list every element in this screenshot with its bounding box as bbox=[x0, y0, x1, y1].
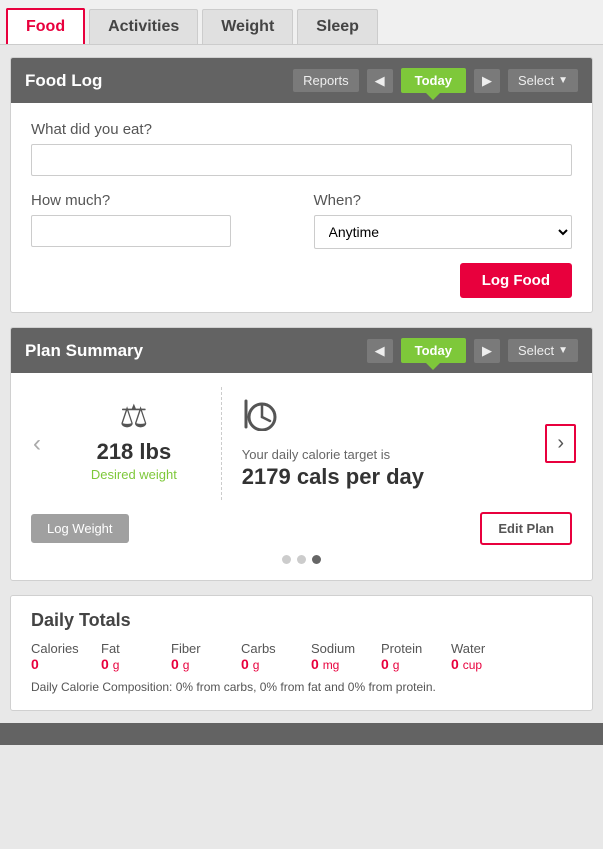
plan-actions: Log Weight Edit Plan bbox=[27, 512, 576, 545]
plan-summary-next-button[interactable]: ▶ bbox=[474, 339, 500, 363]
food-log-prev-button[interactable]: ◀ bbox=[367, 69, 393, 93]
food-log-select-button[interactable]: Select bbox=[508, 69, 578, 92]
tab-activities-label: Activities bbox=[108, 18, 179, 35]
what-label: What did you eat? bbox=[31, 121, 572, 138]
carbs-label: Carbs bbox=[241, 641, 276, 656]
plan-slide-prev-button[interactable]: ‹ bbox=[27, 430, 47, 458]
daily-col-fiber: Fiber 0 g bbox=[171, 641, 221, 672]
plan-summary-card: Plan Summary ◀ Today ▶ Select ‹ ⚖ 218 lb… bbox=[10, 327, 593, 581]
fat-unit: g bbox=[113, 658, 120, 672]
how-much-input[interactable] bbox=[31, 215, 231, 247]
dot-2 bbox=[297, 555, 306, 564]
edit-plan-button[interactable]: Edit Plan bbox=[480, 512, 572, 545]
carbs-value: 0 g bbox=[241, 656, 259, 672]
plan-weight-section: ⚖ 218 lbs Desired weight bbox=[47, 387, 222, 500]
log-food-button[interactable]: Log Food bbox=[460, 263, 572, 298]
weight-scale-icon: ⚖ bbox=[120, 397, 149, 435]
food-log-header: Food Log Reports ◀ Today ▶ Select bbox=[11, 58, 592, 103]
tab-sleep-label: Sleep bbox=[316, 18, 359, 35]
when-select[interactable]: Anytime Breakfast Lunch Dinner Snack bbox=[314, 215, 573, 249]
plan-summary-select-button[interactable]: Select bbox=[508, 339, 578, 362]
log-weight-button[interactable]: Log Weight bbox=[31, 514, 129, 543]
fiber-unit: g bbox=[183, 658, 190, 672]
desired-weight-label: Desired weight bbox=[91, 467, 177, 482]
protein-label: Protein bbox=[381, 641, 422, 656]
tab-weight[interactable]: Weight bbox=[202, 9, 293, 44]
fat-value: 0 g bbox=[101, 656, 119, 672]
log-food-row: Log Food bbox=[31, 263, 572, 298]
plan-slide: ‹ ⚖ 218 lbs Desired weight bbox=[27, 387, 576, 500]
daily-col-sodium: Sodium 0 mg bbox=[311, 641, 361, 672]
daily-totals-title: Daily Totals bbox=[31, 610, 572, 631]
daily-totals-columns: Calories 0 Fat 0 g Fiber 0 g Carbs 0 g S… bbox=[31, 641, 572, 672]
fat-label: Fat bbox=[101, 641, 120, 656]
what-input[interactable] bbox=[31, 144, 572, 176]
calories-label: Calories bbox=[31, 641, 79, 656]
bottom-bar bbox=[0, 723, 603, 745]
daily-totals-card: Daily Totals Calories 0 Fat 0 g Fiber 0 … bbox=[10, 595, 593, 711]
how-when-row: How much? When? Anytime Breakfast Lunch … bbox=[31, 192, 572, 249]
food-log-card: Food Log Reports ◀ Today ▶ Select What d… bbox=[10, 57, 593, 313]
tab-weight-label: Weight bbox=[221, 18, 274, 35]
main-content: Food Log Reports ◀ Today ▶ Select What d… bbox=[0, 45, 603, 723]
water-label: Water bbox=[451, 641, 485, 656]
dot-1 bbox=[282, 555, 291, 564]
daily-composition: Daily Calorie Composition: 0% from carbs… bbox=[31, 680, 572, 694]
carousel-dots bbox=[27, 555, 576, 564]
daily-col-carbs: Carbs 0 g bbox=[241, 641, 291, 672]
daily-col-fat: Fat 0 g bbox=[101, 641, 151, 672]
plan-section: ⚖ 218 lbs Desired weight bbox=[47, 387, 545, 500]
daily-col-protein: Protein 0 g bbox=[381, 641, 431, 672]
tab-bar: Food Activities Weight Sleep bbox=[0, 0, 603, 45]
plan-slide-next-button[interactable]: › bbox=[545, 424, 576, 463]
when-col: When? Anytime Breakfast Lunch Dinner Sna… bbox=[314, 192, 573, 249]
water-unit: cup bbox=[463, 658, 482, 672]
food-log-reports-button[interactable]: Reports bbox=[293, 69, 359, 92]
protein-unit: g bbox=[393, 658, 400, 672]
tab-food-label: Food bbox=[26, 18, 65, 35]
plan-calorie-section: Your daily calorie target is 2179 cals p… bbox=[222, 387, 546, 500]
tab-sleep[interactable]: Sleep bbox=[297, 9, 378, 44]
calorie-target-label: Your daily calorie target is bbox=[242, 447, 526, 462]
carbs-unit: g bbox=[253, 658, 260, 672]
food-log-today-button[interactable]: Today bbox=[401, 68, 466, 93]
food-log-title: Food Log bbox=[25, 71, 285, 91]
tab-activities[interactable]: Activities bbox=[89, 9, 198, 44]
sodium-value: 0 mg bbox=[311, 656, 339, 672]
plan-summary-today-button[interactable]: Today bbox=[401, 338, 466, 363]
plan-summary-prev-button[interactable]: ◀ bbox=[367, 339, 393, 363]
sodium-label: Sodium bbox=[311, 641, 355, 656]
meal-icon bbox=[242, 397, 526, 439]
how-much-col: How much? bbox=[31, 192, 290, 249]
fiber-label: Fiber bbox=[171, 641, 201, 656]
tab-food[interactable]: Food bbox=[6, 8, 85, 44]
food-log-next-button[interactable]: ▶ bbox=[474, 69, 500, 93]
dot-3 bbox=[312, 555, 321, 564]
how-much-label: How much? bbox=[31, 192, 290, 209]
plan-summary-title: Plan Summary bbox=[25, 341, 359, 361]
sodium-unit: mg bbox=[323, 658, 340, 672]
water-value: 0 cup bbox=[451, 656, 482, 672]
weight-value: 218 lbs bbox=[97, 439, 172, 465]
calories-value: 0 bbox=[31, 656, 39, 672]
protein-value: 0 g bbox=[381, 656, 399, 672]
calorie-value: 2179 cals per day bbox=[242, 464, 526, 490]
plan-summary-header: Plan Summary ◀ Today ▶ Select bbox=[11, 328, 592, 373]
when-label: When? bbox=[314, 192, 573, 209]
daily-col-calories: Calories 0 bbox=[31, 641, 81, 672]
daily-col-water: Water 0 cup bbox=[451, 641, 501, 672]
plan-summary-body: ‹ ⚖ 218 lbs Desired weight bbox=[11, 373, 592, 580]
fiber-value: 0 g bbox=[171, 656, 189, 672]
food-log-body: What did you eat? How much? When? Anytim… bbox=[11, 103, 592, 312]
